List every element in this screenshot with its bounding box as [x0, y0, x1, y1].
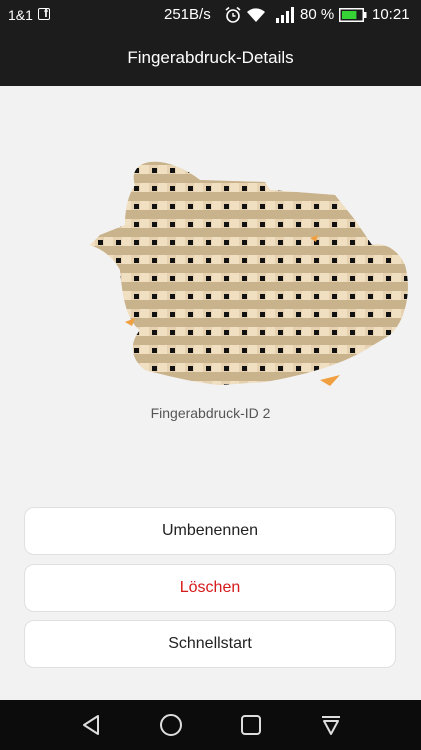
page-title: Fingerabdruck-Details: [127, 48, 294, 67]
clock: 10:21: [372, 6, 410, 23]
carrier-label: 1&1: [8, 7, 33, 23]
quick-start-button[interactable]: Schnellstart: [24, 620, 396, 668]
battery-percent: 80 %: [300, 6, 335, 23]
signal-icon: [276, 7, 294, 23]
delete-button[interactable]: Löschen: [24, 564, 396, 612]
fingerprint-id-label: Fingerabdruck-ID 2: [150, 405, 271, 421]
recents-icon[interactable]: [240, 713, 262, 737]
wifi-icon: [247, 8, 265, 22]
battery-icon: [339, 8, 367, 22]
rename-button[interactable]: Umbenennen: [24, 507, 396, 555]
back-icon[interactable]: [80, 713, 102, 737]
network-speed: 251B/s: [164, 6, 211, 23]
title-bar: Fingerabdruck-Details: [0, 30, 421, 86]
alarm-icon: [225, 6, 241, 23]
fingerprint-image: [90, 161, 408, 386]
facebook-notification-icon: [38, 6, 50, 20]
notification-shade-icon[interactable]: [320, 713, 342, 737]
status-bar: 1&1 251B/s 80 % 10:21: [0, 0, 421, 30]
navigation-bar: [0, 700, 421, 750]
home-icon[interactable]: [159, 713, 183, 737]
